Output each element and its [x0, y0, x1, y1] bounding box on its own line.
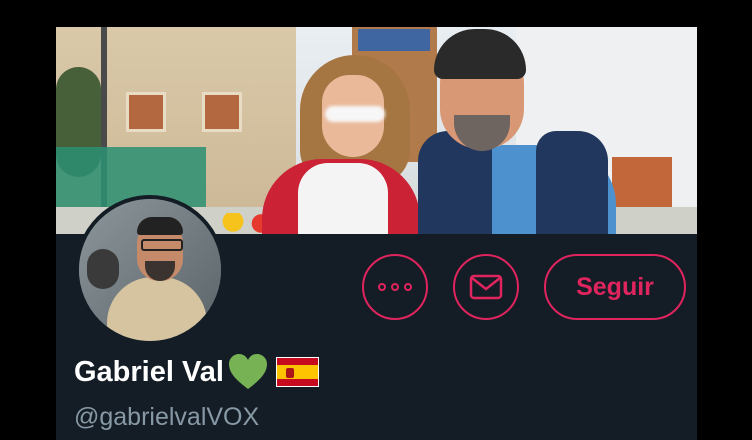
face-blur-censor [325, 106, 385, 122]
envelope-icon [469, 274, 503, 300]
profile-card: Seguir Gabriel Val @gabrielvalVOX [56, 27, 697, 440]
follow-button[interactable]: Seguir [544, 254, 686, 320]
message-button[interactable] [453, 254, 519, 320]
display-name: Gabriel Val [74, 355, 224, 388]
avatar[interactable] [75, 195, 225, 345]
more-options-button[interactable] [362, 254, 428, 320]
spain-flag-icon [275, 357, 319, 387]
display-name-row: Gabriel Val [74, 353, 319, 391]
follow-button-label: Seguir [576, 272, 654, 301]
username-handle: @gabrielvalVOX [74, 403, 260, 431]
more-options-icon [378, 283, 412, 291]
green-heart-icon [228, 354, 267, 389]
